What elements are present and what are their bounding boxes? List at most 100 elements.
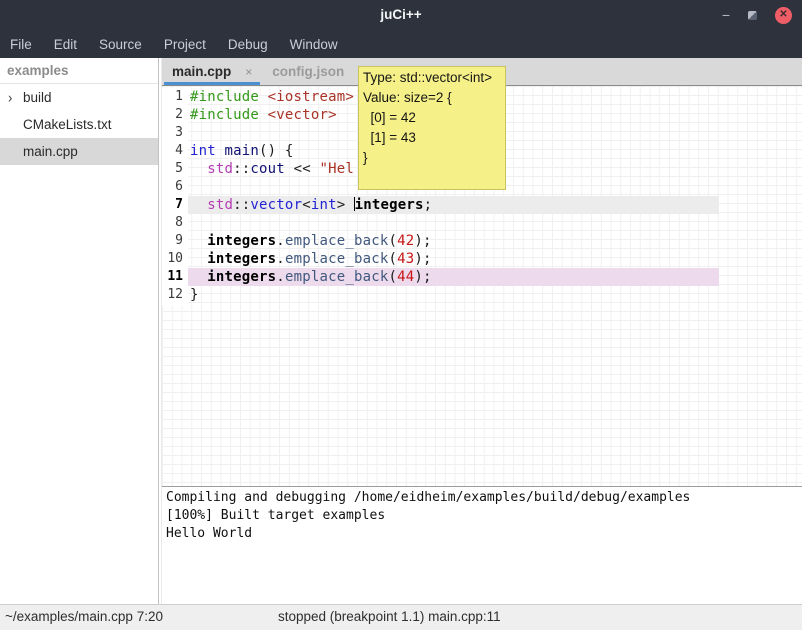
code-token <box>259 107 268 123</box>
sidebar-item-cmakelists.txt[interactable]: CMakeLists.txt <box>0 111 158 138</box>
code-token: ( <box>388 233 397 249</box>
tab-config.json[interactable]: config.json <box>262 58 354 85</box>
code-token: < <box>302 197 311 213</box>
code-line[interactable]: std::vector<int> integers; <box>188 196 719 214</box>
code-line[interactable]: } <box>188 286 719 304</box>
code-token: } <box>190 287 199 303</box>
tooltip-line: [0] = 42 <box>363 108 505 128</box>
code-token: integers <box>355 197 424 213</box>
code-token: int <box>190 143 216 159</box>
menu-item-file[interactable]: File <box>10 37 32 52</box>
code-token: "Hel <box>319 161 354 177</box>
code-token <box>190 161 207 177</box>
line-number[interactable]: 7 <box>162 196 188 214</box>
code-token: 42 <box>397 233 414 249</box>
line-number[interactable]: 6 <box>162 178 188 196</box>
juci-window: juCi++ − ✕ File Edit Source Project Debug Win… <box>0 0 802 630</box>
code-token: #include <box>190 107 259 123</box>
close-icon[interactable]: ✕ <box>775 7 792 24</box>
line-number[interactable]: 12 <box>162 286 188 304</box>
window-title: juCi++ <box>0 7 802 22</box>
menu-item-source[interactable]: Source <box>99 37 142 52</box>
code-token: ); <box>414 233 431 249</box>
code-token: std <box>207 161 233 177</box>
line-number[interactable]: 11 <box>162 268 188 286</box>
line-number[interactable]: 5 <box>162 160 188 178</box>
tooltip-line: } <box>363 148 505 168</box>
code-token: integers <box>207 251 276 267</box>
sidebar-item-label: build <box>23 84 52 111</box>
code-token: . <box>276 233 285 249</box>
status-bar: ~/examples/main.cpp 7:20 stopped (breakp… <box>0 604 802 630</box>
line-number[interactable]: 4 <box>162 142 188 160</box>
menu-item-project[interactable]: Project <box>164 37 206 52</box>
code-token: << <box>285 161 320 177</box>
code-token <box>190 233 207 249</box>
code-line[interactable]: integers.emplace_back(42); <box>188 232 719 250</box>
line-number[interactable]: 10 <box>162 250 188 268</box>
code-token: int <box>311 197 337 213</box>
line-number[interactable]: 9 <box>162 232 188 250</box>
status-debug-state: stopped (breakpoint 1.1) main.cpp:11 <box>278 609 501 624</box>
menu-item-debug[interactable]: Debug <box>228 37 268 52</box>
code-token <box>259 89 268 105</box>
window-controls: − ✕ <box>722 0 792 30</box>
code-token <box>190 197 207 213</box>
code-token: () { <box>259 143 294 159</box>
code-token: ); <box>414 269 431 285</box>
tab-close-icon[interactable]: × <box>245 65 252 79</box>
menu-item-edit[interactable]: Edit <box>54 37 77 52</box>
code-token <box>216 143 225 159</box>
output-line: [100%] Built target examples <box>166 507 802 525</box>
line-number[interactable]: 3 <box>162 124 188 142</box>
code-token: <vector> <box>268 107 337 123</box>
code-token <box>190 251 207 267</box>
code-token: std <box>207 197 233 213</box>
code-token: 44 <box>397 269 414 285</box>
compile-output-panel[interactable]: Compiling and debugging /home/eidheim/ex… <box>162 486 802 604</box>
output-line: Compiling and debugging /home/eidheim/ex… <box>166 489 802 507</box>
line-number[interactable]: 1 <box>162 88 188 106</box>
sidebar-item-label: CMakeLists.txt <box>23 111 112 138</box>
code-token: :: <box>233 197 250 213</box>
expander-icon[interactable]: › <box>8 82 12 113</box>
code-token: ); <box>414 251 431 267</box>
menu-item-window[interactable]: Window <box>290 37 338 52</box>
code-line[interactable]: integers.emplace_back(43); <box>188 250 719 268</box>
tooltip-line: Value: size=2 { <box>363 88 505 108</box>
code-token: 43 <box>397 251 414 267</box>
output-line: Hello World <box>166 525 802 543</box>
code-token: . <box>276 269 285 285</box>
code-token: emplace_back <box>285 233 389 249</box>
code-token: ( <box>388 269 397 285</box>
sidebar-item-label: main.cpp <box>23 138 78 165</box>
tooltip-line: [1] = 43 <box>363 128 505 148</box>
code-line[interactable] <box>188 214 719 232</box>
code-token: vector <box>250 197 302 213</box>
restore-icon[interactable] <box>748 11 757 20</box>
minimize-icon[interactable]: − <box>722 8 730 22</box>
code-token: emplace_back <box>285 251 389 267</box>
code-token: #include <box>190 89 259 105</box>
tab-label: main.cpp <box>172 64 231 79</box>
menu-bar: File Edit Source Project Debug Window <box>0 30 802 58</box>
code-token: emplace_back <box>285 269 389 285</box>
tab-label: config.json <box>272 64 344 79</box>
code-token: > <box>337 197 354 213</box>
line-number[interactable]: 2 <box>162 106 188 124</box>
code-token: ; <box>424 197 433 213</box>
code-token: integers <box>207 269 276 285</box>
status-file-position: ~/examples/main.cpp 7:20 <box>5 609 163 624</box>
code-token: cout <box>250 161 285 177</box>
sidebar-item-build[interactable]: › build <box>0 84 158 111</box>
code-token: <iostream> <box>268 89 354 105</box>
code-token: :: <box>233 161 250 177</box>
tab-main.cpp[interactable]: main.cpp × <box>162 58 262 85</box>
titlebar[interactable]: juCi++ − ✕ <box>0 0 802 30</box>
sidebar-item-main.cpp[interactable]: main.cpp <box>0 138 158 165</box>
code-line[interactable]: integers.emplace_back(44); <box>188 268 719 286</box>
code-token <box>190 269 207 285</box>
line-number-gutter[interactable]: 123456789101112 <box>162 88 188 306</box>
code-token: integers <box>207 233 276 249</box>
line-number[interactable]: 8 <box>162 214 188 232</box>
